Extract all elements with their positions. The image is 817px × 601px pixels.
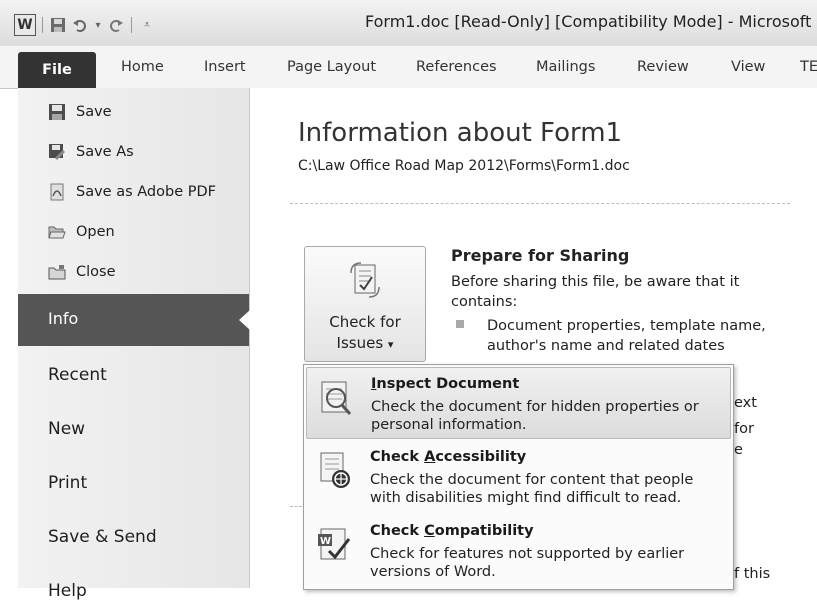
tab-view[interactable]: View (731, 46, 765, 88)
menu-item-description: Check the document for content that peop… (370, 472, 694, 506)
tab-page-layout[interactable]: Page Layout (287, 46, 376, 88)
redo-icon[interactable] (107, 16, 125, 34)
check-for-issues-menu: Inspect Document Check the document for … (303, 364, 734, 590)
nav-tab-new[interactable]: New (48, 419, 85, 439)
save-icon (48, 103, 66, 121)
prepare-for-sharing-description: Before sharing this file, be aware that … (451, 274, 740, 310)
save-icon[interactable] (49, 16, 67, 34)
menu-item-description: Check the document for hidden properties… (371, 399, 699, 433)
adobe-pdf-icon (48, 183, 66, 201)
qat-separator (42, 17, 43, 33)
check-for-issues-button[interactable]: Check for Issues ▾ (304, 246, 426, 362)
save-as-icon (48, 143, 66, 161)
tab-file[interactable]: File (18, 52, 96, 88)
nav-save-as-label: Save As (76, 144, 134, 160)
compatibility-checker-icon: W (318, 528, 351, 560)
nav-close[interactable]: Close (48, 256, 116, 288)
active-tab-pointer (239, 310, 250, 330)
nav-open[interactable]: Open (48, 216, 115, 248)
tab-te[interactable]: TE (800, 46, 817, 88)
menu-item-accelerator: A (424, 449, 436, 465)
check-for-issues-label-line1: Check for (329, 313, 401, 331)
nav-tab-save-and-send[interactable]: Save & Send (48, 527, 157, 547)
nav-tab-print[interactable]: Print (48, 473, 87, 493)
obscured-text-fragment: f this (734, 566, 771, 582)
tab-home[interactable]: Home (121, 46, 164, 88)
title-bar: W ▾ ⩡ Form1.doc [Read-Only] [Compatibili… (0, 0, 817, 47)
word-backstage-window: W ▾ ⩡ Form1.doc [Read-Only] [Compatibili… (0, 0, 817, 601)
prepare-bullet-text: Document properties, template name, auth… (487, 318, 766, 354)
nav-tab-recent[interactable]: Recent (48, 365, 107, 385)
menu-item-check-compatibility[interactable]: W Check Compatibility Check for features… (306, 515, 729, 585)
backstage-nav: Save Save As Save as Adobe PDF Open Clos… (18, 88, 250, 601)
ribbon-tab-bar: File Home Insert Page Layout References … (0, 46, 817, 89)
nav-save[interactable]: Save (48, 96, 112, 128)
nav-save-as[interactable]: Save As (48, 136, 134, 168)
nav-close-label: Close (76, 264, 116, 280)
tab-insert[interactable]: Insert (204, 46, 246, 88)
menu-item-title-pre: Check (370, 523, 425, 539)
menu-item-title: Check Accessibility (370, 449, 526, 465)
menu-item-title-pre: Check (370, 449, 425, 465)
menu-item-accelerator: C (424, 523, 435, 539)
tab-references[interactable]: References (416, 46, 497, 88)
svg-text:W: W (320, 536, 331, 547)
obscured-text-fragment: for (734, 421, 754, 437)
undo-dropdown-icon[interactable]: ▾ (93, 16, 103, 34)
section-divider (290, 506, 302, 507)
nav-save-label: Save (76, 104, 112, 120)
window-title: Form1.doc [Read-Only] [Compatibility Mod… (365, 12, 817, 31)
close-folder-icon (48, 263, 66, 281)
menu-item-title: Inspect Document (371, 376, 519, 392)
bullet-square-icon (456, 320, 464, 328)
document-path: C:\Law Office Road Map 2012\Forms\Form1.… (298, 158, 630, 174)
check-for-issues-icon (350, 262, 380, 298)
menu-item-check-accessibility[interactable]: Check Accessibility Check the document f… (306, 441, 729, 511)
quick-access-toolbar: W ▾ ⩡ (14, 14, 156, 36)
prepare-for-sharing-title: Prepare for Sharing (451, 246, 630, 265)
obscured-text-fragment: ext (734, 395, 757, 411)
nav-tab-info[interactable]: Info (18, 294, 250, 346)
check-for-issues-label-text: Issues (336, 334, 384, 352)
inspect-document-icon (321, 381, 352, 415)
menu-item-title-rest: nspect Document (376, 376, 520, 392)
menu-item-inspect-document[interactable]: Inspect Document Check the document for … (306, 367, 731, 439)
customize-qat-icon[interactable]: ⩡ (138, 16, 156, 34)
accessibility-checker-icon (320, 452, 350, 488)
nav-tab-help[interactable]: Help (48, 581, 87, 601)
menu-item-title-rest: ompatibility (434, 523, 534, 539)
obscured-text-fragment: e (734, 442, 743, 458)
word-app-icon[interactable]: W (14, 14, 36, 36)
nav-save-as-adobe-pdf[interactable]: Save as Adobe PDF (48, 176, 216, 208)
nav-tab-info-label: Info (48, 309, 79, 328)
page-title: Information about Form1 (298, 118, 623, 148)
tab-mailings[interactable]: Mailings (536, 46, 595, 88)
check-for-issues-label-line2: Issues ▾ (305, 334, 425, 352)
menu-item-title-rest: ccessibility (435, 449, 527, 465)
nav-open-label: Open (76, 224, 115, 240)
menu-item-description: Check for features not supported by earl… (370, 546, 685, 580)
qat-separator (131, 17, 132, 33)
tab-review[interactable]: Review (637, 46, 689, 88)
open-folder-icon (48, 223, 66, 241)
undo-icon[interactable] (71, 16, 89, 34)
section-divider (290, 203, 790, 204)
menu-item-title: Check Compatibility (370, 523, 534, 539)
nav-save-as-adobe-pdf-label: Save as Adobe PDF (76, 184, 216, 200)
dropdown-arrow-icon: ▾ (387, 338, 394, 351)
